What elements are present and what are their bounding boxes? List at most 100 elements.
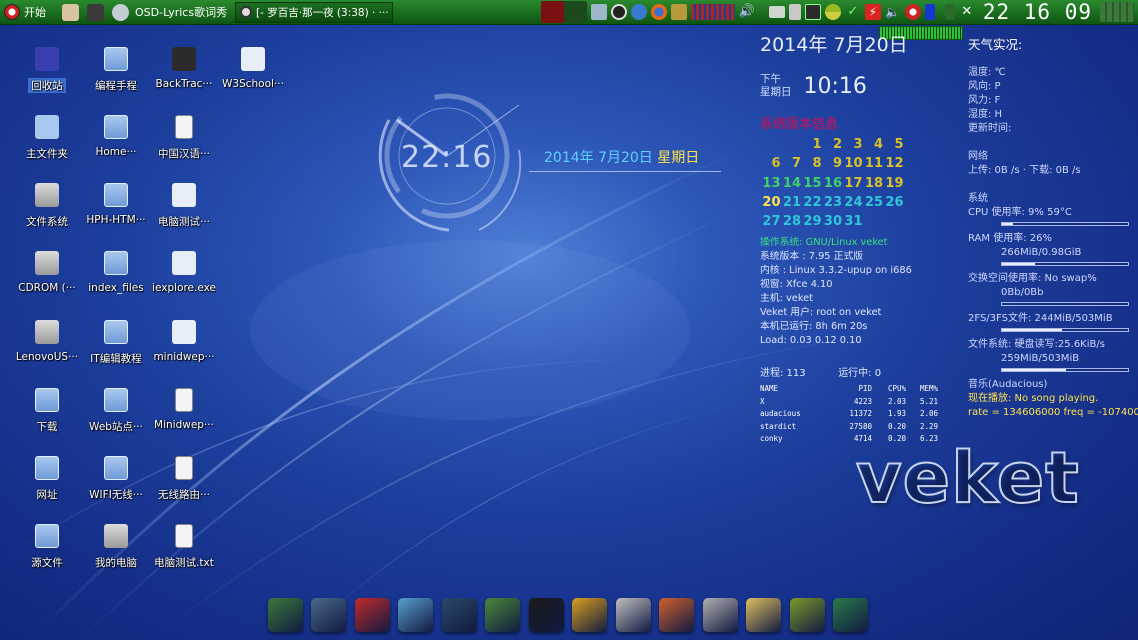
folder-icon[interactable] — [572, 598, 608, 632]
desktop-icon-10[interactable]: CDROM (··· — [12, 251, 82, 294]
desktop-icon-8[interactable]: HPH-HTM··· — [81, 183, 151, 226]
calendar-grid: 1 2 3 4 5 6 7 8 9 10 11 12 13 14 15 16 17 18 19 20 21 22 23 24 2… — [760, 135, 965, 231]
cpu-usage: CPU 使用率: 9% 59°C — [968, 207, 1072, 218]
system-tray: 🔊 ✓ ⚡ 🔈 ✕ 22 16 09 — [540, 0, 1138, 25]
panel-clock[interactable]: 22 16 09 — [983, 0, 1092, 24]
desktop-icon-17[interactable]: Web站点··· — [81, 388, 151, 434]
desktop-icon-label: IT编辑教程 — [90, 353, 142, 365]
desktop-icon-13[interactable]: LenovoUS··· — [12, 320, 82, 363]
cpu-graph-icon[interactable] — [690, 4, 735, 20]
drive-icon — [104, 524, 128, 548]
game-icon[interactable] — [354, 598, 390, 632]
desktop-icon-20[interactable]: WIFI无线··· — [81, 456, 151, 502]
drive-icon — [35, 251, 59, 275]
media-icon[interactable] — [441, 598, 477, 632]
calendar-day: 13 — [762, 175, 781, 191]
desktop-icon-label: W3School··· — [222, 78, 284, 90]
image-viewer-icon[interactable] — [615, 598, 651, 632]
doc-icon — [175, 115, 193, 139]
desktop-icon-label: 回收站 — [28, 78, 66, 93]
desktop-icon-1[interactable]: 编程手程 — [81, 47, 151, 93]
version-line: 系统版本 : 7.95 正式版 — [760, 251, 864, 263]
help-icon[interactable] — [789, 598, 825, 632]
flag-icon[interactable] — [904, 4, 921, 20]
paint-icon[interactable] — [659, 598, 695, 632]
network-icon[interactable] — [485, 598, 521, 632]
monitor-icon[interactable] — [311, 598, 347, 632]
desktop-icon-4[interactable]: 主文件夹 — [12, 115, 82, 161]
desktop-icon-3[interactable]: W3School··· — [218, 47, 288, 90]
launcher-icon-1[interactable] — [62, 3, 79, 21]
desktop-icon-15[interactable]: minidwep··· — [149, 320, 219, 363]
settings-launcher-icon[interactable] — [112, 3, 129, 21]
process-row: X 4223 2.03 5.21 — [760, 396, 965, 409]
disc-icon[interactable] — [610, 4, 627, 20]
firefox-icon[interactable] — [650, 4, 667, 20]
desktop-icon-2[interactable]: BackTrac··· — [149, 47, 219, 90]
task-title: [- 罗百吉·那一夜 (3:38) · ··· — [256, 6, 389, 19]
keyboard-icon[interactable] — [768, 6, 785, 18]
clipboard-icon[interactable] — [788, 4, 801, 20]
cpu-bar — [1001, 222, 1129, 226]
top-panel: 开始 OSD-Lyrics歌词秀 [- 罗百吉·那一夜 (3:38) · ···… — [0, 0, 1138, 25]
wm-line: 视窗: Xfce 4.10 — [760, 279, 833, 291]
process-table-header: NAME PID CPU% MEM% — [760, 383, 965, 396]
process-cell: 2.29 — [919, 421, 938, 431]
start-label: 开始 — [24, 6, 46, 19]
draw-icon[interactable] — [398, 598, 434, 632]
network-manager-icon[interactable] — [630, 4, 647, 20]
osd-lyrics-label[interactable]: OSD-Lyrics歌词秀 — [131, 0, 231, 25]
workspace-switcher-icon[interactable] — [540, 1, 587, 23]
battery-monitor-icon[interactable] — [804, 4, 821, 20]
calendar-day: 27 — [762, 214, 781, 230]
terminal-icon[interactable] — [268, 598, 303, 632]
system-icon[interactable] — [833, 598, 868, 632]
close-icon[interactable]: ✕ — [959, 4, 975, 20]
dictionary-icon[interactable] — [670, 4, 687, 20]
desktop-icon-7[interactable]: 文件系统 — [12, 183, 82, 229]
desktop-icon-12[interactable]: iexplore.exe — [149, 251, 219, 294]
calendar-day: 19 — [885, 175, 904, 191]
qq-icon[interactable] — [528, 598, 564, 632]
folder-icon — [104, 388, 128, 412]
calendar-row: 20 21 22 23 24 25 26 — [760, 193, 965, 212]
transfer-icon[interactable] — [824, 4, 841, 20]
home-icon — [35, 115, 59, 139]
desktop-icon-11[interactable]: index_files — [81, 251, 151, 294]
calendar-day: 11 — [864, 156, 883, 172]
desktop-icon-14[interactable]: IT编辑教程 — [81, 320, 151, 366]
desktop-icon-6[interactable]: 中国汉语··· — [149, 115, 219, 161]
desktop-icon-22[interactable]: 源文件 — [12, 524, 82, 570]
workspace-grid-icon[interactable] — [1100, 2, 1134, 22]
speaker-icon[interactable]: 🔈 — [885, 4, 901, 20]
photos-icon[interactable] — [746, 598, 782, 632]
desktop-icon-5[interactable]: Home··· — [81, 115, 151, 158]
desktop-icon-18[interactable]: Minidwep··· — [149, 388, 219, 431]
battery-icon[interactable] — [924, 4, 935, 20]
checkmark-icon[interactable]: ✓ — [845, 4, 861, 20]
conky-ampm: 下午 — [760, 73, 781, 85]
process-cell: 27580 — [849, 421, 872, 431]
usb-icon[interactable] — [702, 598, 738, 632]
conky-panel: 2014年 7月20日 下午 星期日 10:16 系统版本信息 12345678… — [760, 30, 965, 446]
desktop-icon-16[interactable]: 下载 — [12, 388, 82, 434]
os-line: 操作系统: GNU/Linux veket — [760, 237, 888, 249]
phone-icon[interactable] — [944, 4, 955, 20]
desktop-icon-23[interactable]: 我的电脑 — [81, 524, 151, 570]
desktop-icon-21[interactable]: 无线路由··· — [149, 456, 219, 502]
desktop-icon-24[interactable]: 电脑测试.txt — [149, 524, 219, 570]
taskbar-window-button[interactable]: [- 罗百吉·那一夜 (3:38) · ··· — [235, 1, 394, 23]
folder-icon — [104, 183, 128, 207]
image-viewer-icon[interactable] — [590, 4, 607, 20]
power-icon[interactable]: ⚡ — [864, 4, 881, 20]
desktop-icon-label: 下载 — [36, 421, 58, 433]
start-menu-button[interactable]: 开始 — [0, 0, 50, 25]
fs-usage: 文件系统: 硬盘读写:25.6KiB/s — [968, 339, 1105, 350]
launcher-icon-2[interactable] — [87, 3, 104, 21]
desktop-icon-19[interactable]: 网址 — [12, 456, 82, 502]
desktop-icon-9[interactable]: 电脑测试··· — [149, 183, 219, 229]
desktop-icon-0[interactable]: 回收站 — [12, 47, 82, 93]
calendar-day: 2 — [832, 137, 842, 152]
network-title: 网络 — [968, 151, 988, 162]
volume-icon[interactable]: 🔊 — [739, 4, 755, 20]
